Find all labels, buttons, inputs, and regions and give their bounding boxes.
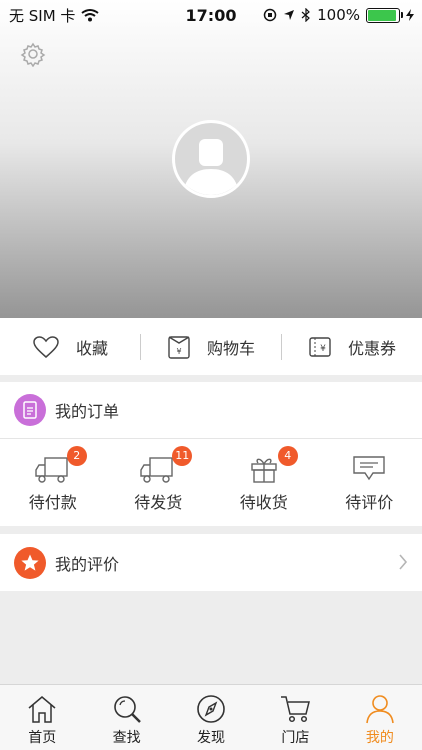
tab-label: 查找 (112, 730, 141, 746)
orientation-lock-icon (263, 8, 277, 22)
truck-icon (140, 456, 173, 483)
orders-header[interactable]: 我的订单 (0, 382, 422, 439)
profile-header (0, 0, 422, 318)
orders-title: 我的订单 (55, 402, 120, 421)
quick-link-label: 购物车 (206, 338, 255, 358)
order-pending-review[interactable]: 待评价 (317, 439, 422, 526)
cart-icon (281, 696, 311, 723)
quick-link-favorites[interactable]: 收藏 (0, 318, 140, 375)
tab-bar: 首页 查找 发现 门店 我的 (0, 684, 422, 750)
order-status-label: 待评价 (345, 492, 394, 512)
home-icon (28, 696, 56, 723)
tab-discover[interactable]: 发现 (169, 685, 253, 750)
quick-link-cart[interactable]: ¥ 购物车 (141, 318, 281, 375)
status-bar: 无 SIM 卡 17:00 100% (0, 0, 422, 30)
coupon-icon: ¥ (309, 336, 331, 357)
count-badge: 11 (172, 445, 193, 466)
my-reviews-title: 我的评价 (55, 554, 120, 574)
battery-icon (366, 7, 403, 23)
tab-me[interactable]: 我的 (338, 685, 422, 750)
quick-links-bar: 收藏 ¥ 购物车 ¥ 优惠券 (0, 318, 422, 375)
count-badge: 4 (277, 445, 298, 466)
svg-text:¥: ¥ (320, 344, 326, 354)
order-pending-shipment[interactable]: 11 待发货 (106, 439, 212, 526)
chevron-right-icon (399, 554, 408, 570)
compass-icon (197, 695, 225, 723)
tab-stores[interactable]: 门店 (253, 685, 337, 750)
order-status-label: 待收货 (239, 492, 288, 512)
battery-percent: 100% (317, 6, 360, 24)
truck-icon (35, 456, 68, 483)
tab-label: 发现 (197, 730, 226, 746)
settings-gear-icon[interactable] (20, 41, 46, 67)
avatar[interactable] (172, 120, 250, 198)
comment-icon (353, 455, 385, 480)
tab-label: 首页 (28, 730, 57, 746)
tab-label: 门店 (281, 730, 310, 746)
user-icon (366, 695, 394, 724)
default-avatar-icon (183, 139, 239, 195)
order-pending-receipt[interactable]: 4 待收货 (211, 439, 317, 526)
search-icon (113, 696, 141, 723)
cart-bag-icon: ¥ (168, 335, 190, 359)
quick-link-coupons[interactable]: ¥ 优惠券 (282, 318, 422, 375)
quick-link-label: 收藏 (75, 338, 108, 358)
tab-label: 我的 (365, 730, 394, 746)
order-pending-payment[interactable]: 2 待付款 (0, 439, 106, 526)
order-status-label: 待发货 (134, 492, 183, 512)
tab-home[interactable]: 首页 (0, 685, 84, 750)
orders-card: 我的订单 2 待付款 11 待发货 4 待收货 待评价 (0, 382, 422, 526)
star-icon (14, 546, 46, 579)
order-status-row: 2 待付款 11 待发货 4 待收货 待评价 (0, 439, 422, 526)
heart-icon (33, 335, 59, 358)
gift-icon (251, 458, 277, 483)
charging-icon (406, 9, 414, 21)
order-list-icon (14, 394, 46, 426)
quick-link-label: 优惠券 (347, 338, 396, 358)
bluetooth-icon (301, 8, 310, 22)
svg-text:¥: ¥ (176, 347, 181, 356)
tab-search[interactable]: 查找 (84, 685, 168, 750)
wifi-icon (81, 9, 100, 22)
order-status-label: 待付款 (28, 492, 77, 512)
location-arrow-icon (284, 10, 295, 20)
carrier-label: 无 SIM 卡 (9, 6, 76, 25)
my-reviews-row[interactable]: 我的评价 (0, 534, 422, 591)
count-badge: 2 (66, 445, 87, 466)
